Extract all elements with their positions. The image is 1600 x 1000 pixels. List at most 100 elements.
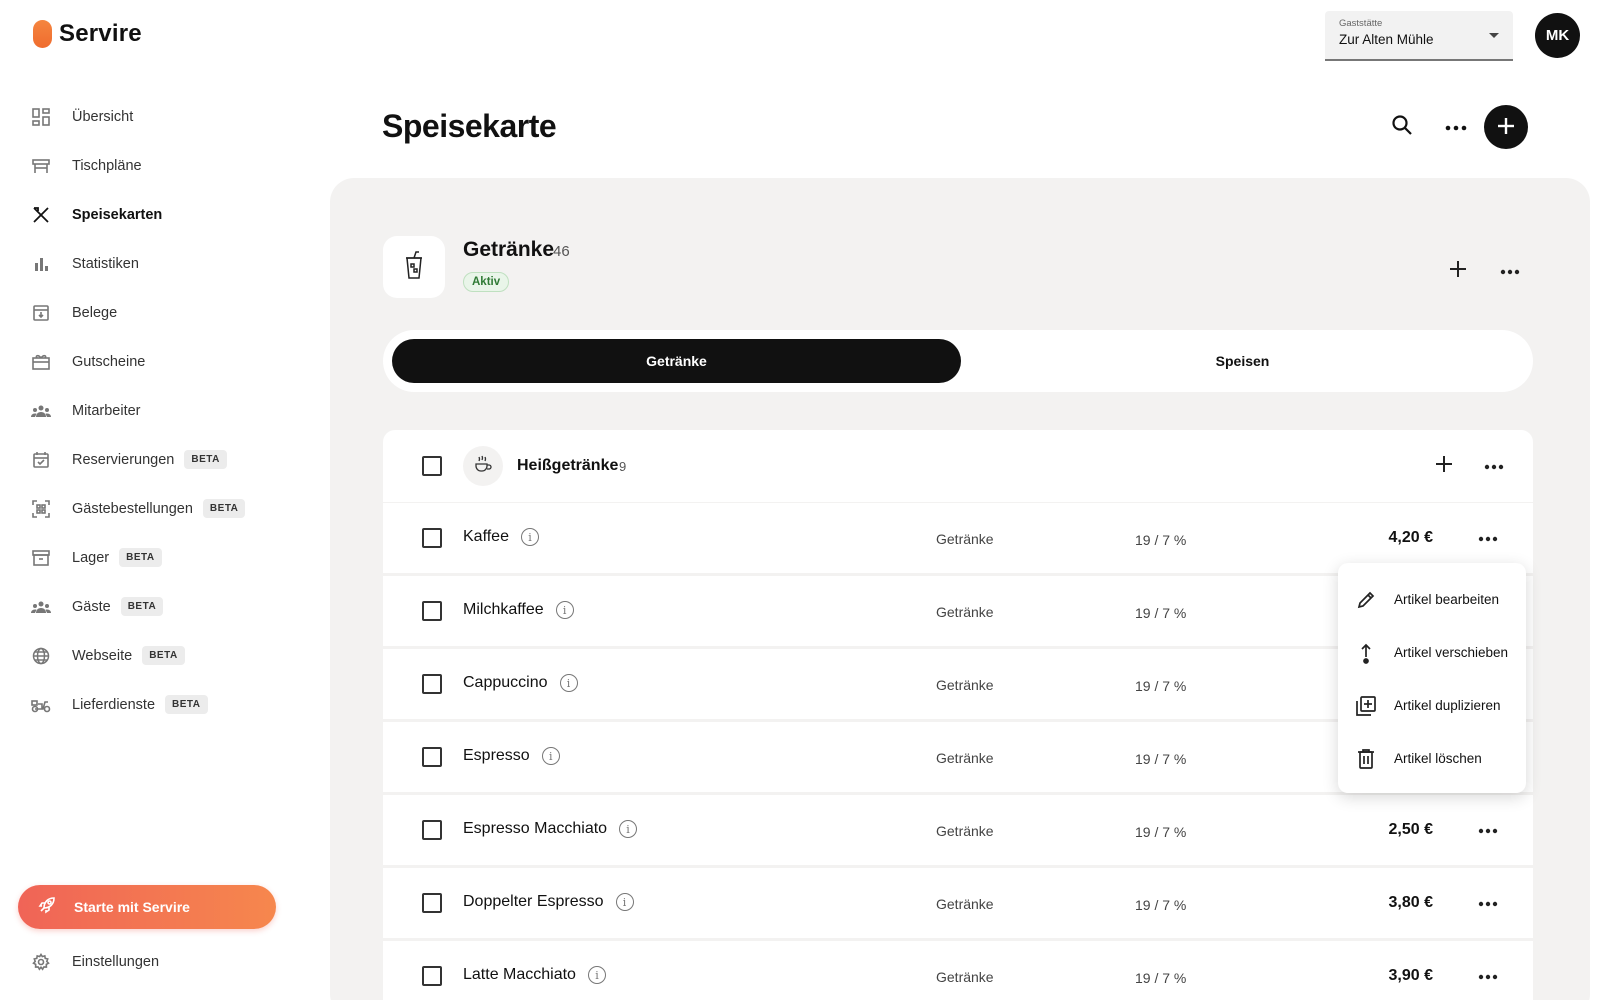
sidebar-item-gutscheine[interactable]: Gutscheine <box>30 337 280 386</box>
sidebar-item-label: Lager <box>72 549 110 566</box>
people-icon <box>30 400 52 422</box>
more-horizontal-icon <box>1445 118 1467 136</box>
plus-icon <box>1496 111 1516 143</box>
item-category: Getränke <box>936 677 994 693</box>
item-name: Latte Macchiato <box>463 966 576 983</box>
calendar-icon <box>30 449 52 471</box>
menu-item-label: Artikel bearbeiten <box>1394 592 1500 607</box>
menu-item-count: 46 <box>553 243 570 260</box>
sidebar-item-webseite[interactable]: Webseite BETA <box>30 631 280 680</box>
info-icon[interactable]: i <box>520 528 539 546</box>
plus-icon <box>1449 260 1467 283</box>
row-more-button[interactable] <box>1473 815 1503 845</box>
gift-icon <box>30 351 52 373</box>
menu-item-move[interactable]: Artikel verschieben <box>1338 626 1526 679</box>
info-icon[interactable]: i <box>559 674 578 692</box>
item-name: Espresso <box>463 747 530 764</box>
start-servire-label: Starte mit Servire <box>74 899 190 915</box>
sidebar-item-lieferdienste[interactable]: Lieferdienste BETA <box>30 680 280 729</box>
add-menu-button[interactable] <box>1484 105 1528 149</box>
sidebar-item-label: Belege <box>72 304 118 321</box>
beta-badge: BETA <box>165 695 208 714</box>
sidebar-item-belege[interactable]: Belege <box>30 288 280 337</box>
venue-select[interactable]: Gaststätte Zur Alten Mühle <box>1325 11 1513 61</box>
user-avatar[interactable]: MK <box>1535 13 1580 58</box>
menu-more-button[interactable] <box>1494 255 1526 287</box>
sidebar-item-statistiken[interactable]: Statistiken <box>30 239 280 288</box>
sidebar-item-label: Gästebestellungen <box>72 500 193 517</box>
table-row[interactable]: Espresso Macchiato i Getränke 19 / 7 % 2,… <box>383 795 1533 865</box>
qr-code-icon <box>30 498 52 520</box>
menu-item-duplicate[interactable]: Artikel duplizieren <box>1338 679 1526 732</box>
row-checkbox[interactable] <box>422 820 442 840</box>
sidebar-item-uebersicht[interactable]: Übersicht <box>30 92 280 141</box>
sidebar-item-label: Mitarbeiter <box>72 402 141 419</box>
more-horizontal-icon <box>1478 894 1498 912</box>
row-checkbox[interactable] <box>422 528 442 548</box>
item-name: Kaffee <box>463 528 509 545</box>
item-price: 2,50 € <box>1388 821 1433 838</box>
settings-label: Einstellungen <box>72 954 160 970</box>
sidebar-item-gaestebestellungen[interactable]: Gästebestellungen BETA <box>30 484 280 533</box>
item-name: Cappuccino <box>463 674 548 691</box>
start-servire-button[interactable]: Starte mit Servire <box>18 885 276 929</box>
menu-item-delete[interactable]: Artikel löschen <box>1338 732 1526 785</box>
sidebar-item-label: Webseite <box>72 647 133 664</box>
category-more-button[interactable] <box>1478 450 1510 482</box>
item-price: 3,90 € <box>1388 967 1433 984</box>
table-row[interactable]: Doppelter Espresso i Getränke 19 / 7 % 3,… <box>383 868 1533 938</box>
item-tax: 19 / 7 % <box>1135 897 1187 913</box>
item-category: Getränke <box>936 969 994 985</box>
item-price: 4,20 € <box>1388 529 1433 546</box>
sidebar-item-gaeste[interactable]: Gäste BETA <box>30 582 280 631</box>
sidebar-item-lager[interactable]: Lager BETA <box>30 533 280 582</box>
sidebar-item-label: Tischpläne <box>72 157 142 174</box>
info-icon[interactable]: i <box>541 747 560 765</box>
sidebar-item-einstellungen[interactable]: Einstellungen <box>30 950 159 974</box>
info-icon[interactable]: i <box>619 820 638 838</box>
app-logo[interactable]: Servire <box>33 20 142 48</box>
sidebar-item-reservierungen[interactable]: Reservierungen BETA <box>30 435 280 484</box>
row-checkbox[interactable] <box>422 893 442 913</box>
tab-getraenke[interactable]: Getränke <box>392 339 961 383</box>
sidebar-item-label: Gutscheine <box>72 353 146 370</box>
sidebar-item-label: Reservierungen <box>72 451 175 468</box>
category-header: Heißgetränke 9 <box>383 430 1533 502</box>
row-more-button[interactable] <box>1473 961 1503 991</box>
item-name: Milchkaffee <box>463 601 544 618</box>
menu-item-label: Artikel duplizieren <box>1394 698 1501 713</box>
page-more-button[interactable] <box>1434 105 1478 149</box>
item-tax: 19 / 7 % <box>1135 605 1187 621</box>
info-icon[interactable]: i <box>555 601 574 619</box>
gear-icon <box>30 951 52 973</box>
sidebar-item-mitarbeiter[interactable]: Mitarbeiter <box>30 386 280 435</box>
sidebar-item-tischplaene[interactable]: Tischpläne <box>30 141 280 190</box>
row-more-button[interactable] <box>1473 523 1503 553</box>
row-checkbox[interactable] <box>422 674 442 694</box>
row-checkbox[interactable] <box>422 747 442 767</box>
category-count: 9 <box>619 459 627 474</box>
beta-badge: BETA <box>120 597 164 616</box>
menu-title: Getränke <box>463 238 555 261</box>
category-checkbox[interactable] <box>422 456 442 476</box>
info-icon[interactable]: i <box>615 893 634 911</box>
item-tax: 19 / 7 % <box>1135 532 1187 548</box>
beta-badge: BETA <box>184 450 227 469</box>
row-checkbox[interactable] <box>422 601 442 621</box>
menu-item-edit[interactable]: Artikel bearbeiten <box>1338 573 1526 626</box>
more-horizontal-icon <box>1478 821 1498 839</box>
search-button[interactable] <box>1380 105 1424 149</box>
row-more-button[interactable] <box>1473 888 1503 918</box>
add-item-button[interactable] <box>1428 450 1460 482</box>
sidebar-item-speisekarten[interactable]: Speisekarten <box>30 190 280 239</box>
search-icon <box>1391 114 1413 141</box>
table-row[interactable]: Latte Macchiato i Getränke 19 / 7 % 3,90 … <box>383 941 1533 1000</box>
add-category-button[interactable] <box>1442 255 1474 287</box>
category-title: Heißgetränke <box>517 457 619 474</box>
menu-item-label: Artikel verschieben <box>1394 645 1509 660</box>
item-category: Getränke <box>936 823 994 839</box>
tab-speisen[interactable]: Speisen <box>961 339 1524 383</box>
info-icon[interactable]: i <box>587 966 606 984</box>
row-checkbox[interactable] <box>422 966 442 986</box>
duplicate-icon <box>1354 694 1378 718</box>
